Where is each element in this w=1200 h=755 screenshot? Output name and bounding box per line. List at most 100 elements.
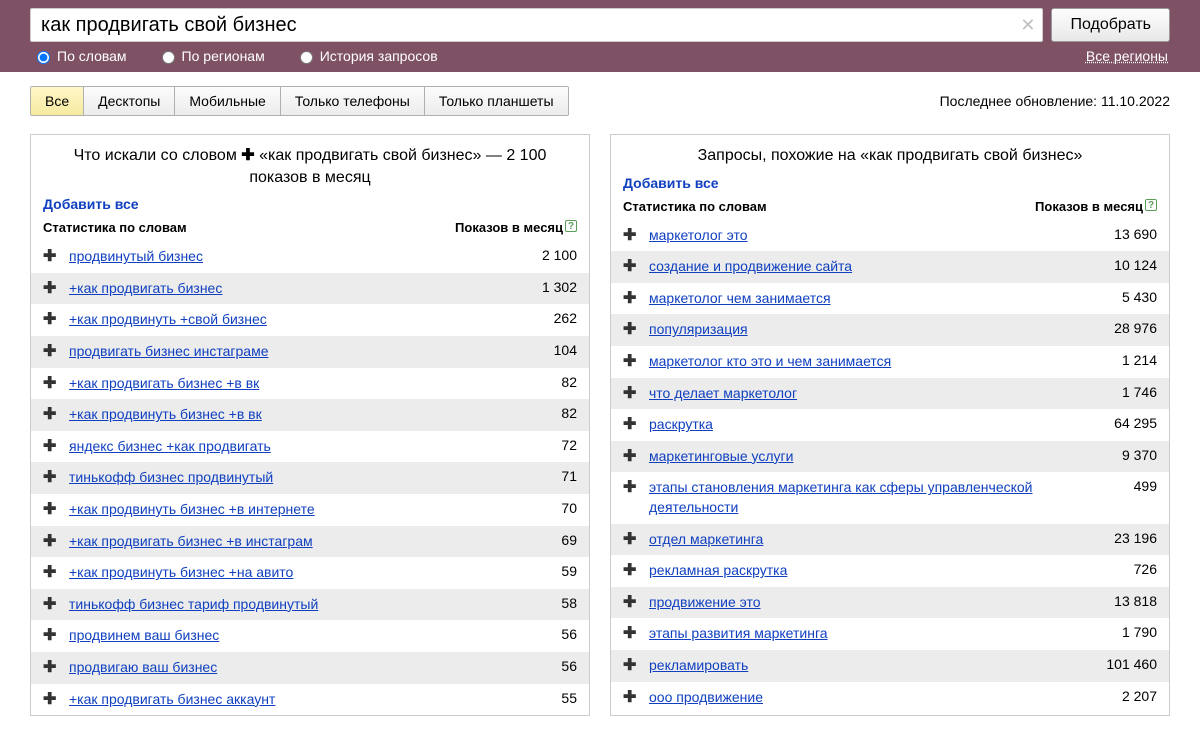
add-keyword-icon[interactable]: ✚	[623, 688, 637, 707]
keyword-link[interactable]: продвигаю ваш бизнес	[69, 658, 217, 678]
keyword-link[interactable]: ооо продвижение	[649, 688, 763, 708]
add-keyword-icon[interactable]: ✚	[623, 593, 637, 612]
add-keyword-icon[interactable]: ✚	[43, 658, 57, 677]
plus-icon: ✚	[241, 147, 259, 164]
device-tab[interactable]: Все	[31, 87, 84, 115]
keyword-link[interactable]: маркетолог кто это и чем занимается	[649, 352, 891, 372]
regions-link[interactable]: Все регионы	[1086, 48, 1168, 64]
keyword-link[interactable]: +как продвинуть бизнес +на авито	[69, 563, 293, 583]
keyword-link[interactable]: +как продвинуть бизнес +в вк	[69, 405, 262, 425]
keyword-link[interactable]: тинькофф бизнес продвинутый	[69, 468, 273, 488]
keyword-link[interactable]: создание и продвижение сайта	[649, 257, 852, 277]
mode-label: История запросов	[320, 48, 438, 64]
device-tab[interactable]: Только планшеты	[425, 87, 568, 115]
title-text: Что искали со словом	[74, 147, 237, 164]
add-keyword-icon[interactable]: ✚	[623, 384, 637, 403]
keyword-link[interactable]: продвинем ваш бизнес	[69, 626, 219, 646]
search-input[interactable]	[30, 8, 1043, 42]
keyword-count: 1 790	[1122, 624, 1157, 640]
keyword-count: 1 746	[1122, 384, 1157, 400]
keyword-row: ✚тинькофф бизнес тариф продвинутый58	[31, 589, 589, 621]
add-keyword-icon[interactable]: ✚	[43, 690, 57, 709]
device-tab[interactable]: Десктопы	[84, 87, 175, 115]
keyword-link[interactable]: продвинутый бизнес	[69, 247, 203, 267]
add-keyword-icon[interactable]: ✚	[623, 320, 637, 339]
add-keyword-icon[interactable]: ✚	[43, 342, 57, 361]
keyword-link[interactable]: яндекс бизнес +как продвигать	[69, 437, 271, 457]
keyword-link[interactable]: продвигать бизнес инстаграме	[69, 342, 269, 362]
radio-history[interactable]	[300, 51, 313, 64]
keyword-link[interactable]: рекламировать	[649, 656, 748, 676]
keyword-link[interactable]: этапы развития маркетинга	[649, 624, 828, 644]
add-keyword-icon[interactable]: ✚	[43, 374, 57, 393]
add-keyword-icon[interactable]: ✚	[623, 656, 637, 675]
keyword-link[interactable]: маркетолог это	[649, 226, 748, 246]
keyword-row: ✚рекламная раскрутка726	[611, 555, 1169, 587]
keyword-link[interactable]: этапы становления маркетинга как сферы у…	[649, 478, 1122, 517]
help-icon[interactable]: ?	[565, 220, 577, 232]
keyword-link[interactable]: +как продвигать бизнес аккаунт	[69, 690, 275, 710]
keyword-link[interactable]: раскрутка	[649, 415, 713, 435]
add-keyword-icon[interactable]: ✚	[43, 563, 57, 582]
keyword-row: ✚маркетинговые услуги9 370	[611, 441, 1169, 473]
keyword-link[interactable]: +как продвигать бизнес +в вк	[69, 374, 259, 394]
keyword-row: ✚ этапы развития маркетинга 1 790	[611, 618, 1169, 650]
left-rows: ✚продвинутый бизнес2 100✚+как продвигать…	[31, 241, 589, 715]
add-keyword-icon[interactable]: ✚	[43, 247, 57, 266]
keyword-link[interactable]: популяризация	[649, 320, 748, 340]
keyword-link[interactable]: маркетинговые услуги	[649, 447, 793, 467]
add-keyword-icon[interactable]: ✚	[43, 405, 57, 424]
right-rows: ✚маркетолог это13 690✚создание и продвиж…	[611, 220, 1169, 716]
keyword-link[interactable]: +как продвигать бизнес +в инстаграм	[69, 532, 313, 552]
title-text: «как продвигать свой бизнес»	[259, 147, 481, 164]
mode-by-words[interactable]: По словам	[32, 48, 127, 64]
keyword-count: 2 207	[1122, 688, 1157, 704]
submit-button[interactable]: Подобрать	[1051, 8, 1170, 42]
keyword-link[interactable]: тинькофф бизнес тариф продвинутый	[69, 595, 318, 615]
add-keyword-icon[interactable]: ✚	[623, 561, 637, 580]
add-keyword-icon[interactable]: ✚	[623, 478, 637, 497]
add-all-right[interactable]: Добавить все	[611, 175, 1169, 197]
add-keyword-icon[interactable]: ✚	[623, 257, 637, 276]
keyword-link[interactable]: +как продвинуть +свой бизнес	[69, 310, 267, 330]
keyword-link[interactable]: +как продвигать бизнес	[69, 279, 222, 299]
keyword-row: ✚создание и продвижение сайта10 124	[611, 251, 1169, 283]
add-keyword-icon[interactable]: ✚	[623, 289, 637, 308]
device-tab[interactable]: Мобильные	[175, 87, 281, 115]
add-keyword-icon[interactable]: ✚	[43, 468, 57, 487]
device-tab[interactable]: Только телефоны	[281, 87, 425, 115]
keyword-link[interactable]: рекламная раскрутка	[649, 561, 787, 581]
add-keyword-icon[interactable]: ✚	[43, 310, 57, 329]
keyword-count: 23 196	[1114, 530, 1157, 546]
add-keyword-icon[interactable]: ✚	[623, 226, 637, 245]
keyword-link[interactable]: что делает маркетолог	[649, 384, 797, 404]
add-keyword-icon[interactable]: ✚	[623, 352, 637, 371]
add-keyword-icon[interactable]: ✚	[43, 532, 57, 551]
add-keyword-icon[interactable]: ✚	[623, 415, 637, 434]
keyword-link[interactable]: отдел маркетинга	[649, 530, 763, 550]
help-icon[interactable]: ?	[1145, 199, 1157, 211]
add-keyword-icon[interactable]: ✚	[43, 437, 57, 456]
mode-by-regions[interactable]: По регионам	[157, 48, 265, 64]
last-update: Последнее обновление: 11.10.2022	[940, 93, 1170, 109]
add-keyword-icon[interactable]: ✚	[43, 595, 57, 614]
right-panel-title: Запросы, похожие на «как продвигать свой…	[611, 135, 1169, 175]
add-keyword-icon[interactable]: ✚	[623, 624, 637, 643]
clear-icon[interactable]: ✕	[1020, 16, 1035, 34]
keyword-link[interactable]: продвижение это	[649, 593, 761, 613]
keyword-link[interactable]: +как продвинуть бизнес +в интернете	[69, 500, 315, 520]
add-all-left[interactable]: Добавить все	[31, 196, 589, 218]
add-keyword-icon[interactable]: ✚	[623, 447, 637, 466]
keyword-count: 262	[554, 310, 577, 326]
right-panel: Запросы, похожие на «как продвигать свой…	[610, 134, 1170, 716]
add-keyword-icon[interactable]: ✚	[43, 279, 57, 298]
add-keyword-icon[interactable]: ✚	[623, 530, 637, 549]
keyword-row: ✚ отдел маркетинга 23 196	[611, 524, 1169, 556]
keyword-row: ✚ +как продвинуть +свой бизнес 262	[31, 304, 589, 336]
add-keyword-icon[interactable]: ✚	[43, 626, 57, 645]
keyword-link[interactable]: маркетолог чем занимается	[649, 289, 831, 309]
add-keyword-icon[interactable]: ✚	[43, 500, 57, 519]
radio-by-words[interactable]	[37, 51, 50, 64]
mode-history[interactable]: История запросов	[295, 48, 438, 64]
radio-by-regions[interactable]	[162, 51, 175, 64]
